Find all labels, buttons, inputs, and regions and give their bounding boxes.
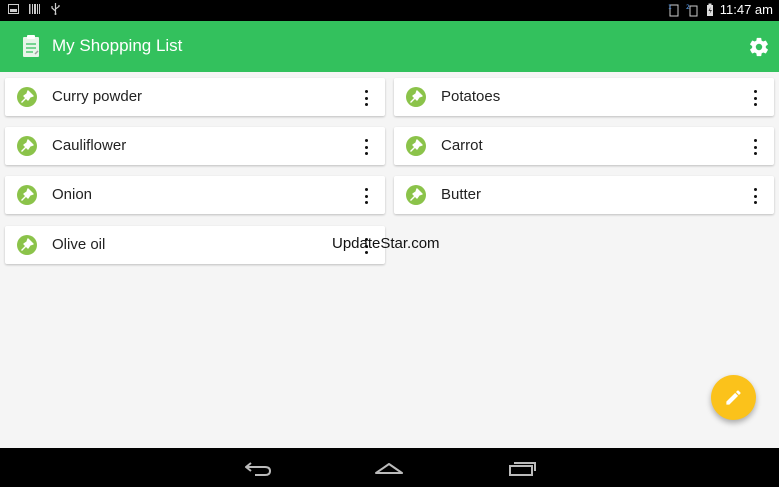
pin-icon[interactable] — [17, 136, 37, 156]
list-item[interactable]: Butter — [394, 176, 774, 214]
app-bar: My Shopping List — [0, 21, 779, 72]
clipboard-icon — [23, 35, 39, 57]
app-title: My Shopping List — [52, 36, 183, 55]
usb-icon — [51, 3, 60, 15]
pin-icon[interactable] — [406, 87, 426, 107]
list-item[interactable]: Olive oil — [5, 226, 385, 264]
watermark-text: UpdateStar.com — [332, 235, 440, 252]
item-label: Potatoes — [441, 88, 501, 105]
pin-icon[interactable] — [406, 185, 426, 205]
pin-icon[interactable] — [406, 136, 426, 156]
list-item[interactable]: Carrot — [394, 127, 774, 165]
svg-text:1: 1 — [668, 4, 672, 11]
item-label: Butter — [441, 186, 482, 203]
more-options-icon[interactable] — [363, 139, 369, 155]
item-label: Carrot — [441, 137, 483, 154]
pin-icon[interactable] — [17, 87, 37, 107]
pencil-icon — [726, 390, 741, 405]
list-item[interactable]: Cauliflower — [5, 127, 385, 165]
edit-fab-button[interactable] — [711, 375, 756, 420]
more-options-icon[interactable] — [363, 90, 369, 106]
battery-icon — [706, 3, 713, 16]
item-label: Onion — [52, 186, 93, 203]
item-label: Curry powder — [52, 88, 143, 105]
signal-icon: 2 — [686, 4, 698, 16]
list-item[interactable]: Potatoes — [394, 78, 774, 116]
recent-apps-icon[interactable] — [507, 458, 537, 478]
home-icon[interactable] — [374, 458, 404, 478]
item-label: Cauliflower — [52, 137, 127, 154]
more-options-icon[interactable] — [363, 188, 369, 204]
more-options-icon[interactable] — [752, 139, 758, 155]
app-screen: 1 2 11:47 am My Shopping List Curry powd… — [0, 0, 779, 487]
picture-icon — [8, 4, 19, 14]
status-time: 11:47 am — [719, 2, 773, 17]
pin-icon[interactable] — [17, 185, 37, 205]
barcode-icon — [29, 4, 40, 14]
settings-gear-icon[interactable] — [748, 36, 770, 58]
list-item[interactable]: Curry powder — [5, 78, 385, 116]
pin-icon[interactable] — [17, 235, 37, 255]
navigation-bar — [0, 448, 779, 487]
status-bar: 1 2 11:47 am — [0, 0, 779, 21]
more-options-icon[interactable] — [752, 188, 758, 204]
svg-text:2: 2 — [686, 4, 690, 11]
sim-icon: 1 — [668, 4, 679, 16]
back-icon[interactable] — [243, 458, 273, 478]
list-item[interactable]: Onion — [5, 176, 385, 214]
more-options-icon[interactable] — [752, 90, 758, 106]
item-label: Olive oil — [52, 236, 106, 253]
